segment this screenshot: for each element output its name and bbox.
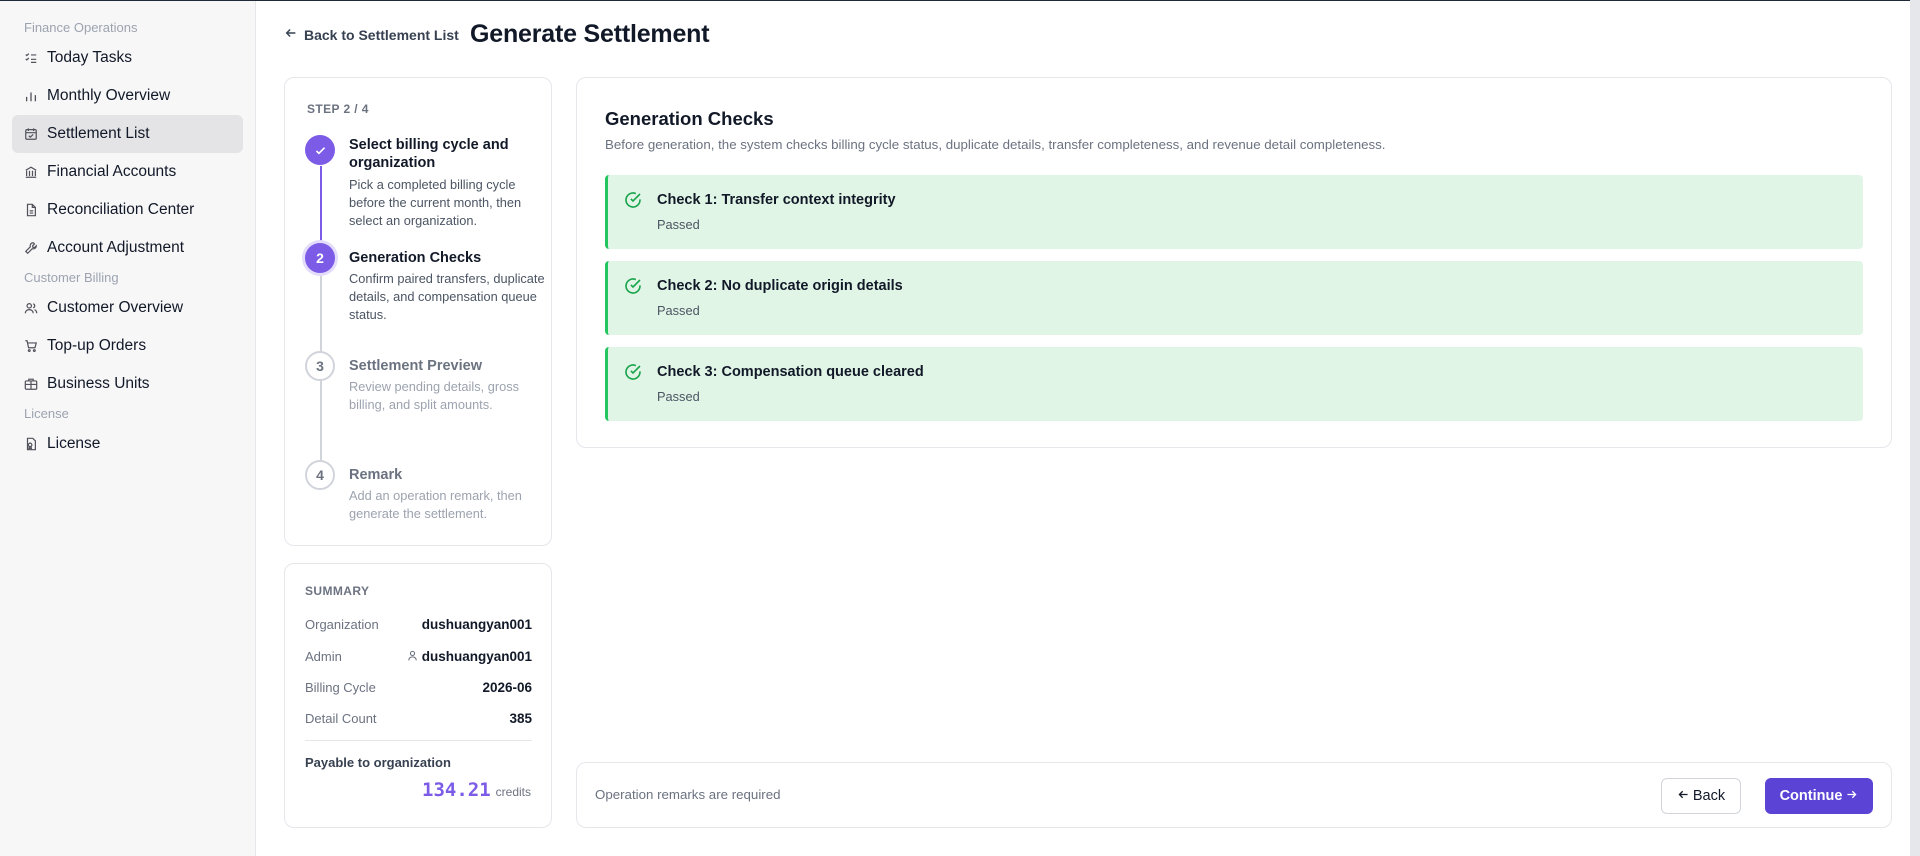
step-number: 2: [305, 243, 335, 273]
step-number: 3: [305, 351, 335, 381]
document-icon: [24, 203, 38, 217]
summary-row-billing-cycle: Billing Cycle 2026-06: [305, 680, 532, 695]
summary-value-admin: dushuangyan001: [407, 649, 532, 664]
checks-subtitle: Before generation, the system checks bil…: [605, 137, 1386, 152]
check-item-1: Check 1: Transfer context integrity Pass…: [605, 175, 1863, 249]
sidebar-item-customer-overview[interactable]: Customer Overview: [12, 289, 243, 327]
page-title: Generate Settlement: [470, 20, 710, 48]
summary-value: 385: [509, 711, 532, 726]
sidebar-item-reconciliation-center[interactable]: Reconciliation Center: [12, 191, 243, 229]
remarks-required-note: Operation remarks are required: [595, 787, 781, 802]
sidebar-item-license[interactable]: License: [12, 425, 243, 463]
license-icon: [24, 437, 38, 451]
continue-button-label: Continue: [1779, 788, 1843, 804]
sidebar-group-customer-billing: Customer Billing: [24, 270, 119, 285]
check-icon: [305, 135, 335, 165]
top-border: [0, 0, 1920, 1]
back-to-settlement-list-link[interactable]: Back to Settlement List: [284, 26, 459, 43]
check-circle-icon: [624, 277, 642, 295]
sidebar-item-label: Top-up Orders: [47, 337, 147, 354]
sidebar-item-today-tasks[interactable]: Today Tasks: [12, 39, 243, 77]
summary-row-detail-count: Detail Count 385: [305, 711, 532, 726]
briefcase-icon: [24, 377, 38, 391]
summary-header: SUMMARY: [305, 584, 370, 598]
sidebar-item-label: Settlement List: [47, 125, 150, 142]
summary-label: Admin: [305, 649, 342, 664]
vertical-scrollbar[interactable]: [1910, 0, 1920, 856]
sidebar-item-business-units[interactable]: Business Units: [12, 365, 243, 403]
step-title: Remark: [349, 467, 403, 483]
divider: [305, 740, 532, 741]
bank-icon: [24, 165, 38, 179]
step-description: Review pending details, gross billing, a…: [349, 379, 520, 412]
payable-amount-value: 134.21: [422, 779, 491, 801]
calendar-check-icon: [24, 127, 38, 141]
step-description: Confirm paired transfers, duplicate deta…: [349, 271, 545, 322]
sidebar-item-financial-accounts[interactable]: Financial Accounts: [12, 153, 243, 191]
step-counter: STEP 2 / 4: [307, 102, 369, 116]
sidebar-item-label: Monthly Overview: [47, 87, 171, 104]
users-icon: [24, 301, 38, 315]
generation-checks-panel: Generation Checks Before generation, the…: [576, 77, 1892, 448]
summary-label: Billing Cycle: [305, 680, 376, 695]
footer-action-bar: Operation remarks are required Back Cont…: [576, 762, 1892, 828]
back-button-label: Back: [1692, 788, 1726, 804]
sidebar-item-label: Account Adjustment: [47, 239, 184, 256]
back-button[interactable]: Back: [1661, 778, 1741, 814]
continue-button[interactable]: Continue: [1765, 778, 1873, 814]
summary-row-admin: Admin dushuangyan001: [305, 649, 532, 664]
summary-label: Organization: [305, 617, 379, 632]
check-circle-icon: [624, 191, 642, 209]
check-status: Passed: [657, 217, 700, 232]
sidebar-group-finance-operations: Finance Operations: [24, 20, 138, 35]
sidebar-item-label: Customer Overview: [47, 299, 184, 316]
sidebar-item-label: License: [47, 435, 101, 452]
check-item-3: Check 3: Compensation queue cleared Pass…: [605, 347, 1863, 421]
steps-panel: STEP 2 / 4 Select billing cycle and orga…: [284, 77, 552, 546]
step-title: Select billing cycle and organization: [349, 137, 509, 171]
step-description: Add an operation remark, then generate t…: [349, 488, 522, 521]
sidebar-item-label: Financial Accounts: [47, 163, 177, 180]
cart-icon: [24, 339, 38, 353]
step-title: Generation Checks: [349, 250, 482, 266]
summary-panel: SUMMARY Organization dushuangyan001 Admi…: [284, 563, 552, 828]
summary-value: 2026-06: [482, 680, 532, 695]
step-number: 4: [305, 460, 335, 490]
payable-amount-unit: credits: [495, 785, 531, 799]
check-item-2: Check 2: No duplicate origin details Pas…: [605, 261, 1863, 335]
user-icon: [407, 649, 418, 664]
sidebar-item-label: Reconciliation Center: [47, 201, 195, 218]
sidebar-item-account-adjustment[interactable]: Account Adjustment: [12, 229, 243, 267]
check-title: Check 2: No duplicate origin details: [657, 278, 903, 294]
sidebar: Finance Operations Today Tasks Monthly O…: [0, 1, 256, 856]
check-circle-icon: [624, 363, 642, 381]
admin-name: dushuangyan001: [421, 649, 532, 664]
check-title: Check 1: Transfer context integrity: [657, 192, 896, 208]
step-description: Pick a completed billing cycle before th…: [349, 177, 522, 228]
sidebar-item-settlement-list[interactable]: Settlement List: [12, 115, 243, 153]
sidebar-group-license: License: [24, 406, 69, 421]
check-status: Passed: [657, 389, 700, 404]
summary-value: dushuangyan001: [421, 617, 532, 632]
sidebar-item-label: Today Tasks: [47, 49, 133, 66]
check-status: Passed: [657, 303, 700, 318]
list-check-icon: [24, 51, 38, 65]
check-title: Check 3: Compensation queue cleared: [657, 364, 924, 380]
wrench-icon: [24, 241, 38, 255]
back-link-label: Back to Settlement List: [304, 26, 459, 43]
arrow-left-icon: [1677, 788, 1690, 805]
summary-row-organization: Organization dushuangyan001: [305, 617, 532, 632]
arrow-right-icon: [1845, 788, 1858, 805]
checks-title: Generation Checks: [605, 108, 774, 129]
sidebar-item-label: Business Units: [47, 375, 150, 392]
summary-label: Detail Count: [305, 711, 377, 726]
arrow-left-icon: [284, 26, 298, 43]
sidebar-item-monthly-overview[interactable]: Monthly Overview: [12, 77, 243, 115]
step-title: Settlement Preview: [349, 358, 482, 374]
payable-amount: 134.21 credits: [422, 779, 531, 801]
sidebar-item-top-up-orders[interactable]: Top-up Orders: [12, 327, 243, 365]
payable-label: Payable to organization: [305, 755, 451, 770]
bar-chart-icon: [24, 89, 38, 103]
